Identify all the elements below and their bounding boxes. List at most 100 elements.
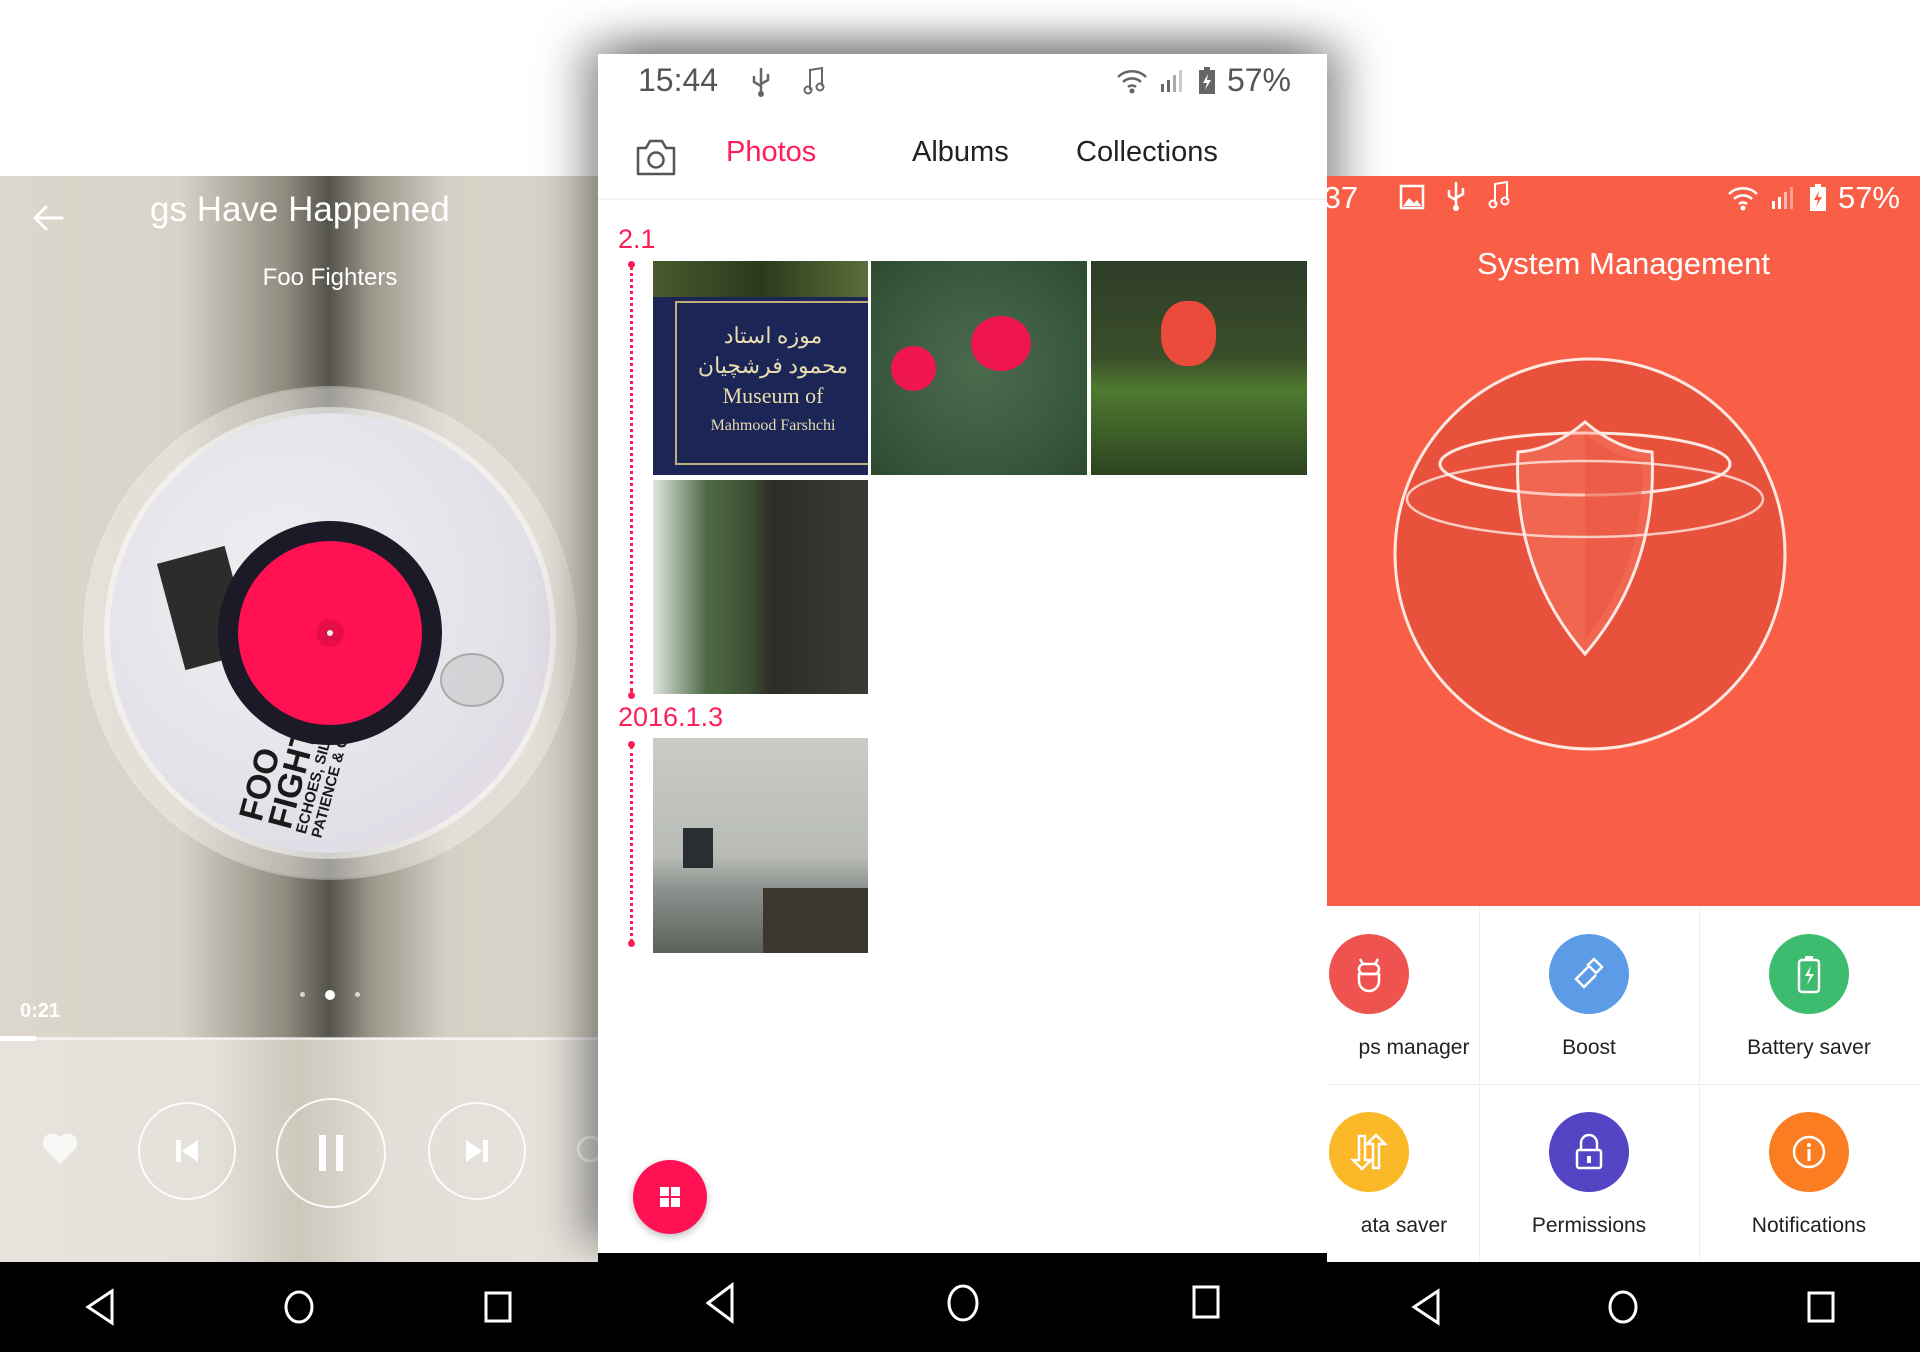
tool-icon-bg: [1769, 1112, 1849, 1192]
home-icon[interactable]: [945, 1281, 981, 1325]
signal-icon: [1160, 69, 1182, 92]
tool-apps-manager[interactable]: ps manager: [1327, 906, 1479, 1084]
back-arrow-icon[interactable]: [28, 198, 68, 238]
photo-thumbnail[interactable]: [653, 738, 868, 953]
navigation-bar-left: [0, 1262, 598, 1352]
page-dot[interactable]: [300, 992, 305, 998]
photo-thumbnail[interactable]: [871, 261, 1087, 475]
sign-line: محمود فرشچیان: [697, 353, 849, 378]
status-time: :37: [1327, 180, 1359, 215]
sign-text: موزه استاد محمود فرشچیان Museum of Mahmo…: [683, 321, 863, 441]
battery-percent: 57%: [1226, 62, 1291, 98]
wifi-icon: [1728, 187, 1758, 211]
broom-icon: [1574, 957, 1604, 989]
photos-screen: 15:44 57% Photos Albums Collections 2.1 …: [598, 54, 1327, 1253]
tab-albums[interactable]: Albums: [912, 136, 1009, 169]
disc-spindle: [322, 625, 338, 641]
navigation-bar-middle: [598, 1253, 1327, 1352]
back-icon[interactable]: [702, 1281, 738, 1325]
signal-icon: [1771, 187, 1793, 209]
photo-thumbnail[interactable]: موزه استاد محمود فرشچیان Museum of Mahmo…: [653, 261, 868, 475]
status-right: 57%: [1726, 180, 1900, 216]
tool-notifications[interactable]: Notifications: [1699, 1084, 1919, 1262]
tool-label: Boost: [1562, 1036, 1616, 1059]
tool-icon-bg: [1549, 1112, 1629, 1192]
seek-bar-progress: [0, 1036, 36, 1041]
music-note-icon: [1488, 180, 1510, 209]
status-time: 15:44: [638, 62, 719, 98]
recents-icon[interactable]: [1188, 1281, 1224, 1325]
skip-next-icon: [466, 1140, 488, 1162]
photo-foliage: [653, 261, 868, 297]
tool-label: Notifications: [1751, 1214, 1867, 1237]
info-icon: [1792, 1135, 1826, 1169]
page-dot[interactable]: [355, 992, 360, 998]
photo-chair: [683, 828, 713, 868]
recents-icon[interactable]: [1803, 1287, 1839, 1327]
home-icon[interactable]: [1605, 1287, 1641, 1327]
tab-bar: Photos Albums Collections: [598, 124, 1327, 196]
photo-flower: [891, 346, 936, 391]
seek-bar[interactable]: [0, 1037, 598, 1040]
pause-icon: [319, 1135, 343, 1171]
wifi-icon: [1117, 69, 1147, 93]
tool-icon-bg: [1769, 934, 1849, 1014]
elapsed-time: 0:21: [20, 1000, 61, 1022]
grid-icon: [660, 1187, 680, 1207]
camera-icon[interactable]: [634, 136, 678, 178]
photo-rose: [1161, 301, 1216, 366]
timeline-dot: [628, 692, 635, 699]
page-title: System Management: [1477, 246, 1770, 281]
tool-permissions[interactable]: Permissions: [1479, 1084, 1699, 1262]
sign-line: Mahmood Farshchi: [710, 417, 836, 434]
tool-label: ps manager: [1358, 1036, 1470, 1059]
android-icon: [1357, 958, 1381, 993]
page-dot-active[interactable]: [325, 989, 335, 1000]
photo-thumbnail[interactable]: [653, 480, 868, 694]
skip-previous-icon: [176, 1140, 198, 1162]
tool-boost[interactable]: Boost: [1479, 906, 1699, 1084]
photo-desk: [763, 888, 868, 953]
tool-battery-saver[interactable]: Battery saver: [1699, 906, 1919, 1084]
photo-thumbnail[interactable]: [1091, 261, 1307, 475]
tool-icon-bg: [1329, 934, 1409, 1014]
back-icon[interactable]: [82, 1287, 118, 1327]
tool-label: Permissions: [1531, 1214, 1647, 1237]
pause-button[interactable]: [276, 1098, 386, 1208]
data-transfer-icon: [1349, 1133, 1389, 1171]
sign-line: Museum of: [722, 383, 824, 408]
tool-icon-bg: [1329, 1112, 1409, 1192]
date-header: 2016.1.3: [618, 702, 724, 732]
music-player-screen: gs Have Happened Foo Fighters FOO FIGHT …: [0, 176, 598, 1262]
battery-charging-icon: [1198, 66, 1215, 94]
grid-view-fab[interactable]: [633, 1160, 707, 1234]
security-shield-illustration[interactable]: [1390, 354, 1790, 754]
heart-icon[interactable]: [40, 1130, 80, 1166]
tab-collections[interactable]: Collections: [1076, 136, 1218, 169]
photo-flower: [971, 316, 1031, 371]
page-indicator: [0, 986, 598, 1004]
tool-data-saver[interactable]: ata saver: [1327, 1084, 1479, 1262]
home-icon[interactable]: [281, 1287, 317, 1327]
back-icon[interactable]: [1408, 1287, 1444, 1327]
album-art-bulb: [440, 653, 504, 707]
artist-name: Foo Fighters: [262, 264, 398, 291]
timeline-line: [630, 266, 633, 692]
system-management-screen: :37 57% System Management ps manager Boo…: [1327, 176, 1920, 1262]
navigation-bar-right: [1327, 1262, 1920, 1352]
previous-button[interactable]: [138, 1102, 236, 1200]
status-right: 57%: [1115, 62, 1291, 99]
lock-icon: [1575, 1133, 1603, 1170]
next-button[interactable]: [428, 1102, 526, 1200]
tool-label: ata saver: [1360, 1214, 1448, 1237]
tool-icon-bg: [1549, 934, 1629, 1014]
timeline-dot: [628, 940, 635, 947]
date-header: 2.1: [618, 224, 656, 254]
usb-icon: [752, 68, 770, 97]
tab-photos[interactable]: Photos: [726, 136, 816, 169]
tool-label: Battery saver: [1747, 1036, 1871, 1059]
repeat-icon[interactable]: [576, 1132, 598, 1166]
tab-divider: [598, 198, 1327, 200]
battery-percent: 57%: [1837, 180, 1900, 215]
recents-icon[interactable]: [480, 1287, 516, 1327]
